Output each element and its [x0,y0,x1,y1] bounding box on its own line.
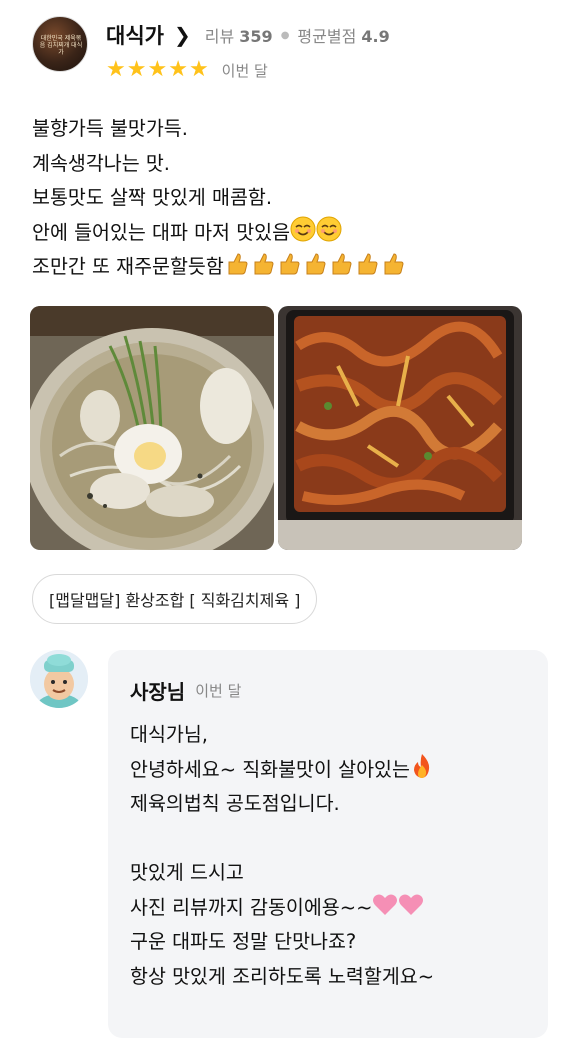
review-header: 대한민국 제육볶음 김치찌개 대식가 대식가 ❯ 리뷰 359 ● 평균별점 4… [32,14,552,84]
heart-emoji-icon [399,894,424,915]
chevron-right-icon[interactable]: ❯ [174,23,191,47]
heart-emoji-icon [373,894,398,915]
review-line: 조만간 또 재주문할듯함 [32,250,552,285]
jeyuk-image [278,306,522,550]
rating-stars: ★ ★ ★ ★ ★ 이번 달 [106,58,268,82]
owner-reply-body: 대식가님, 안녕하세요~ 직화불맛이 살아있는 제육의법칙 공도점입니다. 맛있… [130,718,540,994]
separator-dot: ● [280,29,290,41]
smile-emoji-icon [316,216,342,241]
review-count-label: 리뷰 [204,27,235,46]
thumbs-up-emoji-icon [280,253,300,275]
thumbs-up-emoji-group [224,253,406,278]
average-rating-value: 4.9 [361,27,390,46]
review-count-value: 359 [239,27,273,46]
reviewer-name-row[interactable]: 대식가 ❯ 리뷰 359 ● 평균별점 4.9 [106,20,390,50]
reviewer-avatar[interactable]: 대한민국 제육볶음 김치찌개 대식가 [32,16,88,72]
average-rating-label: 평균별점 [297,27,357,46]
review-photo-naengmyeon[interactable] [30,306,274,550]
reply-line-blank [130,822,540,857]
review-body: 불향가득 불맛가득. 계속생각나는 맛. 보통맛도 살짝 맛있게 매콤함. 안에… [32,112,552,285]
chef-avatar-icon [30,650,88,708]
reply-line-text: 안녕하세요~ 직화불맛이 살아있는 [130,757,410,781]
thumbs-up-emoji-icon [358,253,378,275]
reply-line: 구운 대파도 정말 단맛나죠? [130,930,357,953]
review-line: 보통맛도 살짝 맛있게 매콤함. [32,186,273,209]
owner-avatar [30,650,88,708]
review-line: 안에 들어있는 대파 마저 맛있음 [32,216,552,251]
owner-header: 사장님 이번 달 [130,676,241,705]
owner-reply-box: 사장님 이번 달 대식가님, 안녕하세요~ 직화불맛이 살아있는 제육의법칙 공… [108,650,548,1038]
reply-line-text: 사진 리뷰까지 감동이에용~~ [130,895,373,919]
reviewer-avatar-logo-text: 대한민국 제육볶음 김치찌개 대식가 [39,35,83,56]
thumbs-up-emoji-icon [332,253,352,275]
review-line-text: 조만간 또 재주문할듯함 [32,255,224,278]
star-icon: ★ [188,57,209,82]
star-icon: ★ [147,57,168,82]
review-count: 리뷰 359 [205,23,273,47]
reply-line: 안녕하세요~ 직화불맛이 살아있는 [130,753,540,788]
star-icon: ★ [106,57,126,82]
reply-line: 제육의법칙 공도점입니다. [130,792,340,815]
average-rating: 평균별점 4.9 [297,23,389,47]
review-date: 이번 달 [221,61,268,80]
naengmyeon-image [30,306,274,550]
menu-tag[interactable]: [맵달맵달] 환상조합 [ 직화김치제육 ] [32,574,318,624]
star-icon: ★ [126,57,147,82]
reply-line: 항상 맛있게 조리하도록 노력할게요~ [130,964,435,988]
smile-emoji-icon [290,216,316,241]
reply-line: 맛있게 드시고 [130,861,244,884]
star-icon: ★ [168,57,188,82]
reply-line: 대식가님, [130,723,208,746]
thumbs-up-emoji-icon [228,253,248,275]
review-line: 계속생각나는 맛. [32,151,170,175]
thumbs-up-emoji-icon [306,253,326,275]
review-line: 불향가득 불맛가득. [32,117,188,140]
review-line-text: 안에 들어있는 대파 마저 맛있음 [32,220,291,244]
reply-line: 사진 리뷰까지 감동이에용~~ [130,891,540,926]
review-photo-jeyuk[interactable] [278,306,522,550]
thumbs-up-emoji-icon [384,253,404,275]
fire-emoji-icon [413,753,430,778]
reviewer-name[interactable]: 대식가 [106,20,164,50]
owner-reply-date: 이번 달 [195,682,242,700]
owner-name: 사장님 [130,680,186,704]
thumbs-up-emoji-icon [254,253,274,275]
